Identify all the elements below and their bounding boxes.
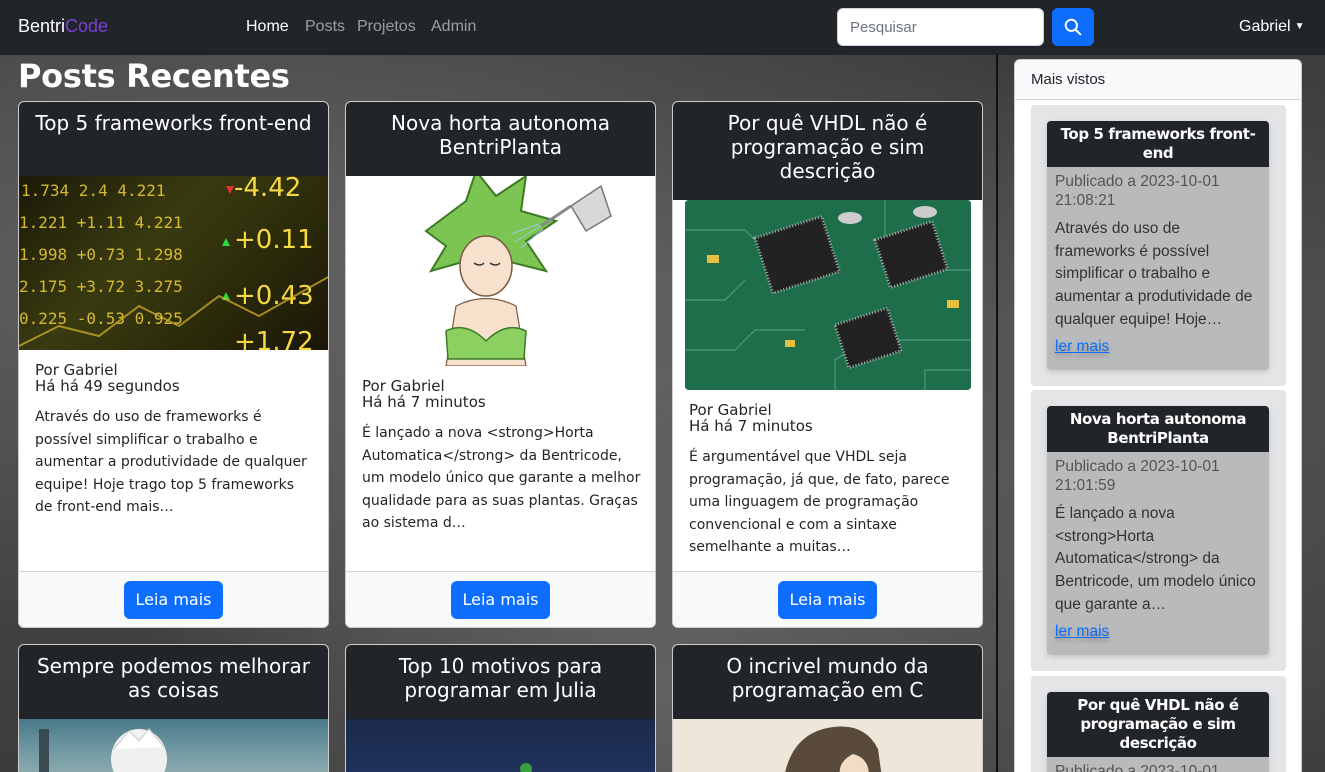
post-card-title: Top 10 motivos para programar em Julia bbox=[346, 645, 655, 719]
search-button[interactable] bbox=[1052, 8, 1094, 46]
circuit-board-image bbox=[685, 200, 971, 390]
nav-admin[interactable]: Admin bbox=[431, 18, 476, 36]
page-title: Posts Recentes bbox=[18, 57, 290, 95]
post-card-footer: Leia mais bbox=[346, 571, 655, 627]
sidebar-post-text: Através do uso de frameworks é possível … bbox=[1055, 220, 1253, 328]
sidebar-post-card: Top 5 frameworks front-end Publicado a 2… bbox=[1047, 121, 1269, 370]
post-card-title: Nova horta autonoma BentriPlanta bbox=[346, 102, 655, 176]
post-card-title: Sempre podemos melhorar as coisas bbox=[19, 645, 328, 719]
user-name: Gabriel bbox=[1239, 18, 1291, 35]
brand-logo[interactable]: BentriCode bbox=[18, 16, 108, 37]
plant-girl-image bbox=[346, 176, 655, 366]
sidebar-post-title: Por quê VHDL não é programação e sim des… bbox=[1047, 692, 1269, 757]
user-dropdown[interactable]: Gabriel ▼ bbox=[1239, 18, 1304, 36]
read-more-button[interactable]: Leia mais bbox=[777, 580, 878, 619]
sidebar-post-title: Top 5 frameworks front-end bbox=[1047, 121, 1269, 167]
sidebar-post-title: Nova horta autonoma BentriPlanta bbox=[1047, 406, 1269, 452]
svg-text:+1.72: +1.72 bbox=[234, 327, 314, 350]
sidebar-item: Por quê VHDL não é programação e sim des… bbox=[1031, 676, 1286, 772]
brand-accent-text: Code bbox=[65, 16, 109, 36]
post-card-body: Por Gabriel Há há 7 minutos É lançado a … bbox=[362, 378, 641, 535]
stock-ticker-image: 1.734 2.4 4.221 1.221 +1.11 4.221 1.998 … bbox=[19, 176, 328, 350]
read-more-button[interactable]: Leia mais bbox=[123, 580, 224, 619]
post-card: Top 10 motivos para programar em Julia bbox=[345, 644, 656, 772]
read-more-button[interactable]: Leia mais bbox=[450, 580, 551, 619]
post-card-footer: Leia mais bbox=[673, 571, 982, 627]
search-icon bbox=[1064, 18, 1082, 36]
svg-text:1.998 +0.73 1.298: 1.998 +0.73 1.298 bbox=[19, 245, 183, 264]
post-card-body: Por Gabriel Há há 49 segundos Através do… bbox=[35, 362, 314, 519]
post-excerpt: É argumentável que VHDL seja programação… bbox=[689, 449, 950, 555]
anime-boy-image bbox=[673, 719, 982, 772]
post-card: Sempre podemos melhorar as coisas bbox=[18, 644, 329, 772]
anime-character-image bbox=[19, 719, 328, 772]
svg-text:-4.42: -4.42 bbox=[234, 176, 301, 203]
svg-text:1.734 2.4 4.221: 1.734 2.4 4.221 bbox=[21, 181, 166, 200]
post-card-body: Por Gabriel Há há 7 minutos É argumentáv… bbox=[689, 402, 968, 559]
sidebar-post-date: Publicado a 2023-10-01 21:01:59 bbox=[1055, 458, 1220, 494]
sidebar-post-date: Publicado a 2023-10-01 21:08:21 bbox=[1055, 173, 1220, 209]
post-card: Top 5 frameworks front-end 1.734 2.4 4.2… bbox=[18, 101, 329, 628]
post-time: Há há 49 segundos bbox=[35, 377, 180, 395]
svg-text:1.221 +1.11 4.221: 1.221 +1.11 4.221 bbox=[19, 213, 183, 232]
svg-text:0.225 -0.53 0.925: 0.225 -0.53 0.925 bbox=[19, 309, 183, 328]
nav-home[interactable]: Home bbox=[246, 18, 289, 36]
sidebar-header: Mais vistos bbox=[1015, 60, 1301, 100]
sidebar-post-text: É lançado a nova <strong>Horta Automatic… bbox=[1055, 505, 1256, 613]
svg-text:2.175 +3.72 3.275: 2.175 +3.72 3.275 bbox=[19, 277, 183, 296]
sidebar-read-more-link[interactable]: ler mais bbox=[1055, 338, 1109, 356]
post-card-title: Por quê VHDL não é programação e sim des… bbox=[673, 102, 982, 200]
post-author: Por Gabriel bbox=[362, 377, 445, 395]
post-excerpt: É lançado a nova <strong>Horta Automatic… bbox=[362, 425, 641, 531]
post-card-title: O incrivel mundo da programação em C bbox=[673, 645, 982, 719]
sidebar-post-card: Por quê VHDL não é programação e sim des… bbox=[1047, 692, 1269, 772]
post-card: Nova horta autonoma BentriPlanta Por Gab… bbox=[345, 101, 656, 628]
post-card: O incrivel mundo da programação em C bbox=[672, 644, 983, 772]
post-author: Por Gabriel bbox=[35, 361, 118, 379]
post-card-footer: Leia mais bbox=[19, 571, 328, 627]
brand-text: Bentri bbox=[18, 16, 66, 36]
svg-text:+0.11: +0.11 bbox=[234, 225, 314, 255]
caret-down-icon: ▼ bbox=[1294, 21, 1305, 33]
post-excerpt: Através do uso de frameworks é possível … bbox=[35, 409, 307, 515]
nav-posts[interactable]: Posts bbox=[305, 18, 345, 36]
sidebar-item: Nova horta autonoma BentriPlanta Publica… bbox=[1031, 390, 1286, 671]
sidebar-read-more-link[interactable]: ler mais bbox=[1055, 623, 1109, 641]
sidebar-item: Top 5 frameworks front-end Publicado a 2… bbox=[1031, 105, 1286, 386]
post-card: Por quê VHDL não é programação e sim des… bbox=[672, 101, 983, 628]
search-input[interactable] bbox=[837, 8, 1044, 46]
nav-projetos[interactable]: Projetos bbox=[357, 18, 416, 36]
sidebar-post-card: Nova horta autonoma BentriPlanta Publica… bbox=[1047, 406, 1269, 655]
navbar: BentriCode Home Posts Projetos Admin Gab… bbox=[0, 0, 1325, 55]
sidebar-post-date: Publicado a 2023-10-01 bbox=[1055, 763, 1220, 772]
sidebar-most-viewed: Mais vistos Top 5 frameworks front-end P… bbox=[1014, 59, 1302, 772]
post-time: Há há 7 minutos bbox=[362, 393, 486, 411]
julia-logo-image bbox=[346, 719, 655, 772]
post-author: Por Gabriel bbox=[689, 401, 772, 419]
post-card-title: Top 5 frameworks front-end bbox=[19, 102, 328, 176]
post-time: Há há 7 minutos bbox=[689, 417, 813, 435]
column-divider bbox=[996, 55, 998, 772]
